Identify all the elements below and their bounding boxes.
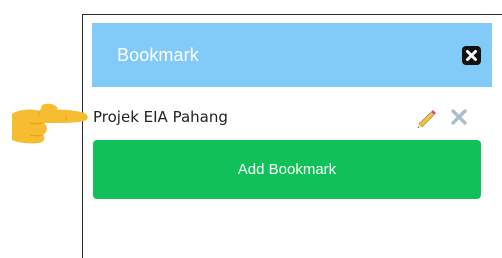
close-square-icon bbox=[466, 50, 477, 61]
panel-header: Bookmark bbox=[92, 23, 492, 87]
panel-title: Bookmark bbox=[117, 45, 199, 65]
close-button[interactable] bbox=[462, 46, 481, 65]
edit-bookmark-button[interactable] bbox=[415, 106, 437, 128]
pointing-hand-icon bbox=[12, 103, 88, 144]
pencil-icon bbox=[417, 110, 436, 128]
stage: Bookmark Projek EIA Pahang Add Bookmark bbox=[0, 0, 502, 258]
bookmark-list-item: Projek EIA Pahang bbox=[93, 105, 491, 131]
bookmark-panel: Bookmark Projek EIA Pahang Add Bookmark bbox=[82, 14, 502, 258]
delete-bookmark-button[interactable] bbox=[449, 107, 469, 127]
add-bookmark-button[interactable]: Add Bookmark bbox=[93, 140, 481, 199]
bookmark-link[interactable]: Projek EIA Pahang bbox=[93, 108, 228, 126]
x-icon bbox=[451, 109, 467, 125]
